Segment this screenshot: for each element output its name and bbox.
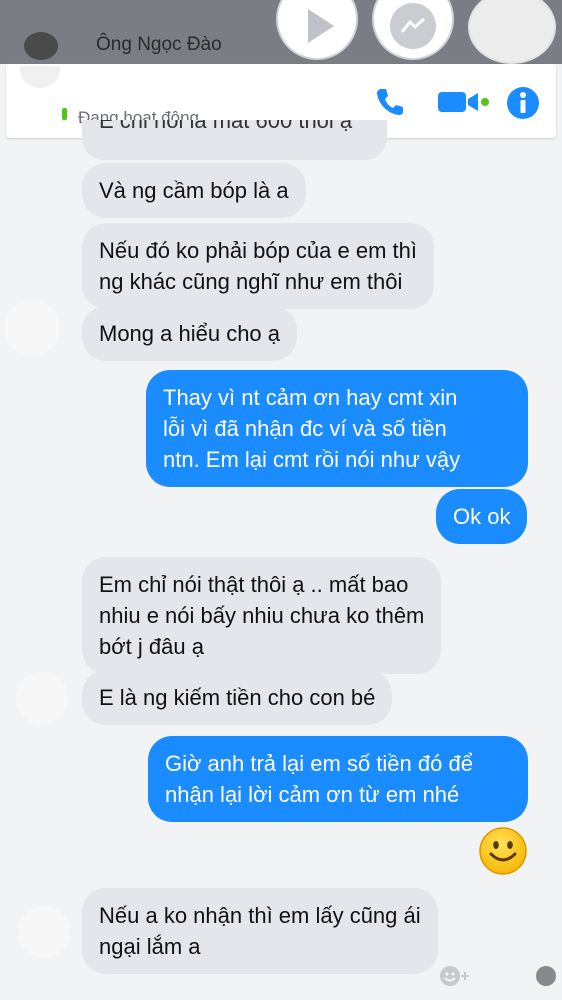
message-line: nhiu e nói bấy nhiu chưa ko thêm [99,603,425,628]
message-bubble-incoming: Em chỉ nói thật thôi ạ .. mất bao nhiu e… [82,557,442,674]
active-status-dot [62,108,67,120]
message-bubble-incoming: Nếu a ko nhận thì em lấy cũng ái ngại lắ… [82,888,438,974]
message-line: Ok ok [453,504,511,529]
add-reaction-icon[interactable] [438,964,474,993]
message-bubble-incoming: E là ng kiếm tiền cho con bé [82,670,393,725]
message-line: ntn. Em lại cmt rồi nói như vậy [163,447,461,472]
contact-avatar-small [16,672,68,724]
message-bubble-outgoing: Ok ok [436,489,528,544]
message-line: Và ng cầm bóp là a [99,178,289,203]
message-bubble-outgoing: Thay vì nt cảm ơn hay cmt xin lỗi vì đã … [146,370,528,487]
message-line: E là ng kiếm tiền cho con bé [99,685,376,710]
message-bubble-incoming: Mong a hiểu cho ạ [82,306,298,361]
seen-avatar [536,966,556,986]
message-line: Nếu a ko nhận thì em lấy cũng ái [99,903,421,928]
messenger-icon [390,3,436,49]
message-line: Em chỉ nói thật thôi ạ .. mất bao [99,572,409,597]
message-line: bớt j đâu ạ [99,634,204,659]
message-line: lỗi vì đã nhận đc ví và số tiền [163,416,447,441]
message-bubble-outgoing: Giờ anh trả lại em số tiền đó để nhận lạ… [148,736,528,822]
info-icon[interactable] [506,86,540,125]
smiley-emoji-icon [478,826,528,876]
message-line: Thay vì nt cảm ơn hay cmt xin [163,385,458,410]
message-bubble-incoming-partial: E chỉ nói là mất 600 thôi ạ [82,120,387,160]
phone-icon[interactable] [374,86,406,123]
message-bubble-incoming: Nếu đó ko phải bóp của e em thì ng khác … [82,223,434,309]
contact-avatar-small [4,300,60,356]
message-text: E chỉ nói là mất 600 thôi ạ [99,120,353,133]
message-line: Nếu đó ko phải bóp của e em thì [99,238,417,263]
message-line: Mong a hiểu cho ạ [99,321,281,346]
message-bubble-incoming: Và ng cầm bóp là a [82,163,306,218]
message-line: ng khác cũng nghĩ như em thôi [99,269,403,294]
contact-avatar[interactable] [20,66,60,88]
previous-avatar [24,32,58,60]
contact-avatar-small [18,906,70,958]
previous-contact-name: Ông Ngọc Đào [96,34,222,55]
video-camera-icon[interactable] [436,86,490,123]
message-line: Giờ anh trả lại em số tiền đó để [165,751,473,776]
play-icon [308,9,334,43]
message-line: ngại lắm a [99,934,201,959]
message-line: nhận lại lời cảm ơn từ em nhé [165,782,460,807]
